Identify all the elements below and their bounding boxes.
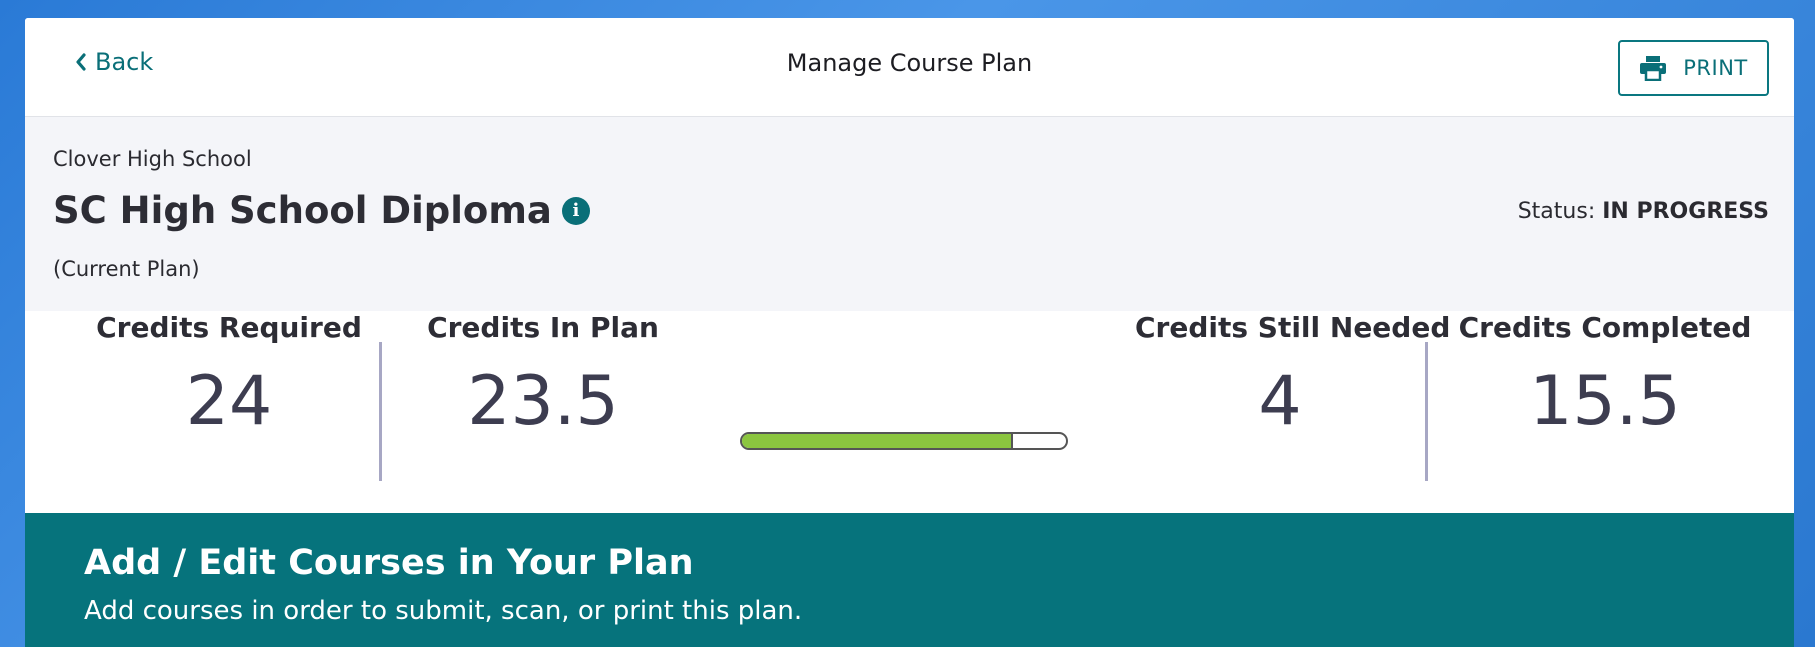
printer-icon bbox=[1640, 56, 1667, 81]
edit-courses-banner: Add / Edit Courses in Your Plan Add cour… bbox=[25, 513, 1794, 647]
status-value: IN PROGRESS bbox=[1602, 199, 1769, 224]
info-icon[interactable]: i bbox=[561, 196, 590, 225]
page-title: Manage Course Plan bbox=[786, 49, 1033, 77]
stat-credits-in-plan: Credits In Plan 23.5 bbox=[423, 311, 663, 441]
header-bar: Back Manage Course Plan PRINT bbox=[25, 18, 1794, 117]
stat-label: Credits Completed bbox=[1458, 311, 1752, 344]
stat-value: 24 bbox=[185, 362, 273, 441]
stat-divider bbox=[1425, 342, 1428, 481]
stat-value: 15.5 bbox=[1529, 362, 1681, 441]
edit-courses-title: Add / Edit Courses in Your Plan bbox=[84, 543, 694, 583]
edit-courses-subtitle: Add courses in order to submit, scan, or… bbox=[84, 596, 803, 626]
status-label: Status: bbox=[1517, 199, 1596, 224]
plan-name: SC High School Diploma i bbox=[53, 189, 590, 232]
stat-value: 4 bbox=[1258, 362, 1302, 441]
stat-divider bbox=[379, 342, 382, 481]
stat-label: Credits In Plan bbox=[427, 311, 659, 344]
stat-credits-completed: Credits Completed 15.5 bbox=[1455, 311, 1755, 441]
plan-status: Status: IN PROGRESS bbox=[1518, 199, 1769, 224]
stat-credits-required: Credits Required 24 bbox=[79, 311, 379, 441]
print-label: PRINT bbox=[1683, 56, 1748, 80]
credits-progress-bar bbox=[740, 432, 1068, 450]
school-name: Clover High School bbox=[53, 147, 252, 171]
plan-name-text: SC High School Diploma bbox=[53, 189, 552, 232]
plan-info: Clover High School SC High School Diplom… bbox=[25, 117, 1794, 311]
stat-value: 23.5 bbox=[467, 362, 619, 441]
current-plan-label: (Current Plan) bbox=[53, 257, 200, 281]
stat-credits-still-needed: Credits Still Needed 4 bbox=[1135, 311, 1451, 441]
course-plan-card: Back Manage Course Plan PRINT Clover Hig… bbox=[25, 18, 1794, 647]
progress-fill bbox=[742, 434, 1013, 448]
stat-label: Credits Required bbox=[96, 311, 362, 344]
print-button[interactable]: PRINT bbox=[1618, 40, 1769, 96]
stat-label: Credits Still Needed bbox=[1135, 311, 1451, 344]
